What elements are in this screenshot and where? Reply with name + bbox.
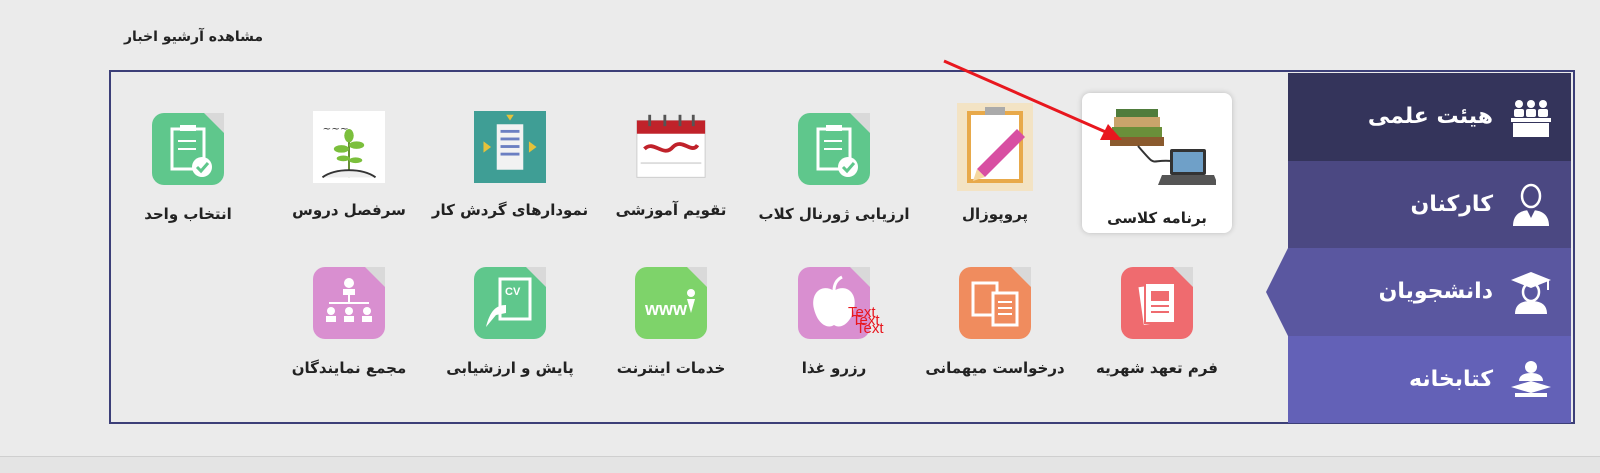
- plant-icon: ~~~: [313, 111, 385, 183]
- workflow-icon: [474, 111, 546, 183]
- sidebar-item-label: هیئت علمی: [1367, 104, 1493, 130]
- checklist-icon: [152, 113, 224, 185]
- tile-label: سرفصل دروس: [292, 201, 406, 219]
- bottom-bar: [0, 456, 1600, 473]
- sidebar-item-staff[interactable]: کارکنان: [1288, 160, 1571, 248]
- faculty-icon: [1511, 99, 1551, 137]
- document-exchange-icon: [959, 267, 1031, 339]
- services-panel: هیئت علمی کارکنان دانشجویان کتابخانه برن…: [109, 70, 1575, 424]
- tile-label: مجمع نمایندگان: [291, 359, 407, 377]
- clipboard-pencil-icon: [957, 103, 1033, 191]
- svg-text:~~~: ~~~: [322, 123, 348, 135]
- sidebar-item-label: کتابخانه: [1408, 366, 1493, 392]
- tile-proposal[interactable]: پروپوزال: [920, 93, 1070, 233]
- org-chart-icon: [313, 267, 385, 339]
- sidebar-item-label: دانشجویان: [1378, 279, 1493, 305]
- documents-icon: [1121, 267, 1193, 339]
- tile-label: فرم تعهد شهریه: [1096, 359, 1218, 377]
- svg-text:Text: Text: [856, 320, 884, 337]
- apple-icon: Text Text Text: [798, 267, 884, 339]
- staff-icon: [1513, 184, 1549, 227]
- tile-workflow-charts[interactable]: نمودارهای گردش کار: [431, 93, 589, 233]
- tile-label: درخواست میهمانی: [925, 359, 1065, 377]
- sidebar-item-library[interactable]: کتابخانه: [1288, 335, 1571, 423]
- www-icon: www: [635, 267, 707, 339]
- tile-monitoring-evaluation[interactable]: CV پایش و ارزشیابی: [435, 247, 585, 387]
- tile-internet-services[interactable]: www خدمات اینترنت: [596, 247, 746, 387]
- tile-guest-request[interactable]: درخواست میهمانی: [920, 247, 1070, 387]
- tile-course-selection[interactable]: انتخاب واحد: [113, 93, 263, 233]
- graduate-cap-icon: [1511, 271, 1551, 314]
- tile-label: پروپوزال: [961, 205, 1029, 223]
- tile-journal-club-evaluation[interactable]: ارزیابی ژورنال کلاب: [758, 93, 910, 233]
- tile-label: تقویم آموزشی: [615, 201, 727, 219]
- calendar-icon: [636, 114, 706, 178]
- tile-tuition-commitment-form[interactable]: فرم تعهد شهریه: [1082, 247, 1232, 387]
- tile-label: خدمات اینترنت: [616, 359, 726, 377]
- tile-academic-calendar[interactable]: تقویم آموزشی: [596, 93, 746, 233]
- tile-representatives-assembly[interactable]: مجمع نمایندگان: [274, 247, 424, 387]
- tile-label: ارزیابی ژورنال کلاب: [758, 205, 910, 223]
- reader-icon: [1511, 361, 1551, 398]
- tile-class-schedule[interactable]: برنامه کلاسی: [1082, 93, 1232, 233]
- sidebar-item-students[interactable]: دانشجویان: [1266, 248, 1571, 336]
- cv-icon: CV: [474, 267, 546, 339]
- checklist-icon: [798, 113, 870, 185]
- sidebar-item-faculty[interactable]: هیئت علمی: [1288, 73, 1571, 161]
- tile-label: پایش و ارزشیابی: [446, 359, 574, 377]
- tile-label: برنامه کلاسی: [1107, 209, 1207, 227]
- tile-food-reservation[interactable]: Text Text Text رزرو غذا: [759, 247, 909, 387]
- sidebar-item-label: کارکنان: [1410, 191, 1493, 217]
- tile-label: رزرو غذا: [801, 359, 867, 377]
- tile-course-syllabus[interactable]: ~~~ سرفصل دروس: [274, 93, 424, 233]
- news-archive-link[interactable]: مشاهده آرشیو اخبار: [124, 29, 263, 45]
- sidebar: هیئت علمی کارکنان دانشجویان کتابخانه: [1266, 73, 1571, 423]
- books-laptop-icon: [1110, 109, 1216, 185]
- svg-text:www: www: [644, 299, 688, 319]
- tile-label: انتخاب واحد: [144, 205, 232, 223]
- svg-text:CV: CV: [505, 286, 521, 298]
- tile-label: نمودارهای گردش کار: [431, 201, 589, 219]
